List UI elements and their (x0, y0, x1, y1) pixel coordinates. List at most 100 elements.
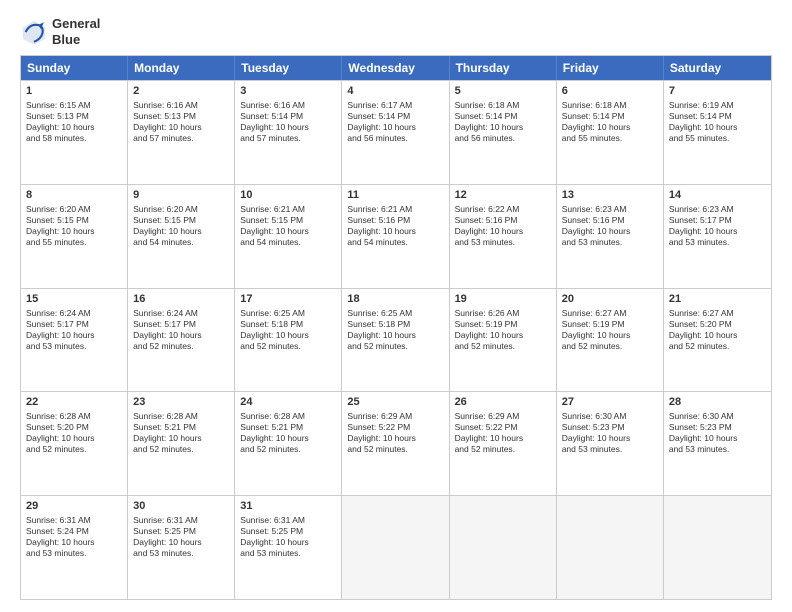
day-number: 3 (240, 84, 336, 99)
calendar-body: 1Sunrise: 6:15 AM Sunset: 5:13 PM Daylig… (21, 80, 771, 599)
calendar-cell-20: 20Sunrise: 6:27 AM Sunset: 5:19 PM Dayli… (557, 289, 664, 392)
day-info: Sunrise: 6:20 AM Sunset: 5:15 PM Dayligh… (26, 204, 122, 248)
day-number: 9 (133, 188, 229, 203)
calendar-cell-21: 21Sunrise: 6:27 AM Sunset: 5:20 PM Dayli… (664, 289, 771, 392)
day-info: Sunrise: 6:26 AM Sunset: 5:19 PM Dayligh… (455, 308, 551, 352)
calendar-cell-34 (557, 496, 664, 599)
calendar-cell-22: 22Sunrise: 6:28 AM Sunset: 5:20 PM Dayli… (21, 392, 128, 495)
calendar-cell-5: 5Sunrise: 6:18 AM Sunset: 5:14 PM Daylig… (450, 81, 557, 184)
calendar-cell-9: 9Sunrise: 6:20 AM Sunset: 5:15 PM Daylig… (128, 185, 235, 288)
calendar-cell-32 (342, 496, 449, 599)
calendar-cell-6: 6Sunrise: 6:18 AM Sunset: 5:14 PM Daylig… (557, 81, 664, 184)
calendar-cell-15: 15Sunrise: 6:24 AM Sunset: 5:17 PM Dayli… (21, 289, 128, 392)
logo: General Blue (20, 16, 100, 47)
calendar-cell-29: 29Sunrise: 6:31 AM Sunset: 5:24 PM Dayli… (21, 496, 128, 599)
day-info: Sunrise: 6:16 AM Sunset: 5:14 PM Dayligh… (240, 100, 336, 144)
calendar-cell-18: 18Sunrise: 6:25 AM Sunset: 5:18 PM Dayli… (342, 289, 449, 392)
calendar-cell-23: 23Sunrise: 6:28 AM Sunset: 5:21 PM Dayli… (128, 392, 235, 495)
calendar-cell-25: 25Sunrise: 6:29 AM Sunset: 5:22 PM Dayli… (342, 392, 449, 495)
day-info: Sunrise: 6:15 AM Sunset: 5:13 PM Dayligh… (26, 100, 122, 144)
week-row-2: 8Sunrise: 6:20 AM Sunset: 5:15 PM Daylig… (21, 184, 771, 288)
week-row-3: 15Sunrise: 6:24 AM Sunset: 5:17 PM Dayli… (21, 288, 771, 392)
day-info: Sunrise: 6:27 AM Sunset: 5:19 PM Dayligh… (562, 308, 658, 352)
day-number: 23 (133, 395, 229, 410)
header: General Blue (20, 16, 772, 47)
day-info: Sunrise: 6:28 AM Sunset: 5:20 PM Dayligh… (26, 411, 122, 455)
day-info: Sunrise: 6:30 AM Sunset: 5:23 PM Dayligh… (562, 411, 658, 455)
day-info: Sunrise: 6:29 AM Sunset: 5:22 PM Dayligh… (455, 411, 551, 455)
day-number: 11 (347, 188, 443, 203)
day-info: Sunrise: 6:25 AM Sunset: 5:18 PM Dayligh… (240, 308, 336, 352)
day-info: Sunrise: 6:20 AM Sunset: 5:15 PM Dayligh… (133, 204, 229, 248)
day-number: 1 (26, 84, 122, 99)
calendar-cell-16: 16Sunrise: 6:24 AM Sunset: 5:17 PM Dayli… (128, 289, 235, 392)
day-header-friday: Friday (557, 56, 664, 80)
day-header-thursday: Thursday (450, 56, 557, 80)
day-number: 12 (455, 188, 551, 203)
calendar-cell-30: 30Sunrise: 6:31 AM Sunset: 5:25 PM Dayli… (128, 496, 235, 599)
day-info: Sunrise: 6:31 AM Sunset: 5:25 PM Dayligh… (133, 515, 229, 559)
day-number: 18 (347, 292, 443, 307)
calendar-cell-35 (664, 496, 771, 599)
day-number: 30 (133, 499, 229, 514)
day-number: 25 (347, 395, 443, 410)
calendar-cell-7: 7Sunrise: 6:19 AM Sunset: 5:14 PM Daylig… (664, 81, 771, 184)
page: General Blue SundayMondayTuesdayWednesda… (0, 0, 792, 612)
calendar-cell-3: 3Sunrise: 6:16 AM Sunset: 5:14 PM Daylig… (235, 81, 342, 184)
calendar: SundayMondayTuesdayWednesdayThursdayFrid… (20, 55, 772, 600)
week-row-1: 1Sunrise: 6:15 AM Sunset: 5:13 PM Daylig… (21, 80, 771, 184)
day-info: Sunrise: 6:27 AM Sunset: 5:20 PM Dayligh… (669, 308, 766, 352)
calendar-cell-26: 26Sunrise: 6:29 AM Sunset: 5:22 PM Dayli… (450, 392, 557, 495)
day-info: Sunrise: 6:28 AM Sunset: 5:21 PM Dayligh… (240, 411, 336, 455)
day-number: 8 (26, 188, 122, 203)
day-info: Sunrise: 6:19 AM Sunset: 5:14 PM Dayligh… (669, 100, 766, 144)
day-info: Sunrise: 6:18 AM Sunset: 5:14 PM Dayligh… (455, 100, 551, 144)
day-info: Sunrise: 6:23 AM Sunset: 5:16 PM Dayligh… (562, 204, 658, 248)
calendar-cell-14: 14Sunrise: 6:23 AM Sunset: 5:17 PM Dayli… (664, 185, 771, 288)
day-number: 17 (240, 292, 336, 307)
calendar-cell-12: 12Sunrise: 6:22 AM Sunset: 5:16 PM Dayli… (450, 185, 557, 288)
day-number: 2 (133, 84, 229, 99)
day-number: 28 (669, 395, 766, 410)
day-info: Sunrise: 6:24 AM Sunset: 5:17 PM Dayligh… (133, 308, 229, 352)
calendar-cell-17: 17Sunrise: 6:25 AM Sunset: 5:18 PM Dayli… (235, 289, 342, 392)
calendar-cell-1: 1Sunrise: 6:15 AM Sunset: 5:13 PM Daylig… (21, 81, 128, 184)
logo-icon (20, 18, 48, 46)
calendar-cell-4: 4Sunrise: 6:17 AM Sunset: 5:14 PM Daylig… (342, 81, 449, 184)
calendar-cell-2: 2Sunrise: 6:16 AM Sunset: 5:13 PM Daylig… (128, 81, 235, 184)
day-info: Sunrise: 6:24 AM Sunset: 5:17 PM Dayligh… (26, 308, 122, 352)
day-number: 14 (669, 188, 766, 203)
day-info: Sunrise: 6:21 AM Sunset: 5:16 PM Dayligh… (347, 204, 443, 248)
day-number: 31 (240, 499, 336, 514)
day-number: 24 (240, 395, 336, 410)
logo-text: General Blue (52, 16, 100, 47)
day-number: 22 (26, 395, 122, 410)
calendar-header: SundayMondayTuesdayWednesdayThursdayFrid… (21, 56, 771, 80)
day-header-tuesday: Tuesday (235, 56, 342, 80)
day-info: Sunrise: 6:29 AM Sunset: 5:22 PM Dayligh… (347, 411, 443, 455)
day-info: Sunrise: 6:31 AM Sunset: 5:25 PM Dayligh… (240, 515, 336, 559)
day-number: 21 (669, 292, 766, 307)
calendar-cell-27: 27Sunrise: 6:30 AM Sunset: 5:23 PM Dayli… (557, 392, 664, 495)
day-info: Sunrise: 6:25 AM Sunset: 5:18 PM Dayligh… (347, 308, 443, 352)
day-info: Sunrise: 6:31 AM Sunset: 5:24 PM Dayligh… (26, 515, 122, 559)
day-header-saturday: Saturday (664, 56, 771, 80)
day-info: Sunrise: 6:30 AM Sunset: 5:23 PM Dayligh… (669, 411, 766, 455)
calendar-cell-31: 31Sunrise: 6:31 AM Sunset: 5:25 PM Dayli… (235, 496, 342, 599)
day-number: 15 (26, 292, 122, 307)
week-row-5: 29Sunrise: 6:31 AM Sunset: 5:24 PM Dayli… (21, 495, 771, 599)
day-number: 7 (669, 84, 766, 99)
day-header-monday: Monday (128, 56, 235, 80)
day-number: 29 (26, 499, 122, 514)
calendar-cell-13: 13Sunrise: 6:23 AM Sunset: 5:16 PM Dayli… (557, 185, 664, 288)
calendar-cell-8: 8Sunrise: 6:20 AM Sunset: 5:15 PM Daylig… (21, 185, 128, 288)
day-info: Sunrise: 6:18 AM Sunset: 5:14 PM Dayligh… (562, 100, 658, 144)
day-number: 27 (562, 395, 658, 410)
day-number: 10 (240, 188, 336, 203)
day-info: Sunrise: 6:22 AM Sunset: 5:16 PM Dayligh… (455, 204, 551, 248)
day-number: 20 (562, 292, 658, 307)
day-number: 4 (347, 84, 443, 99)
calendar-cell-24: 24Sunrise: 6:28 AM Sunset: 5:21 PM Dayli… (235, 392, 342, 495)
calendar-cell-10: 10Sunrise: 6:21 AM Sunset: 5:15 PM Dayli… (235, 185, 342, 288)
day-number: 26 (455, 395, 551, 410)
